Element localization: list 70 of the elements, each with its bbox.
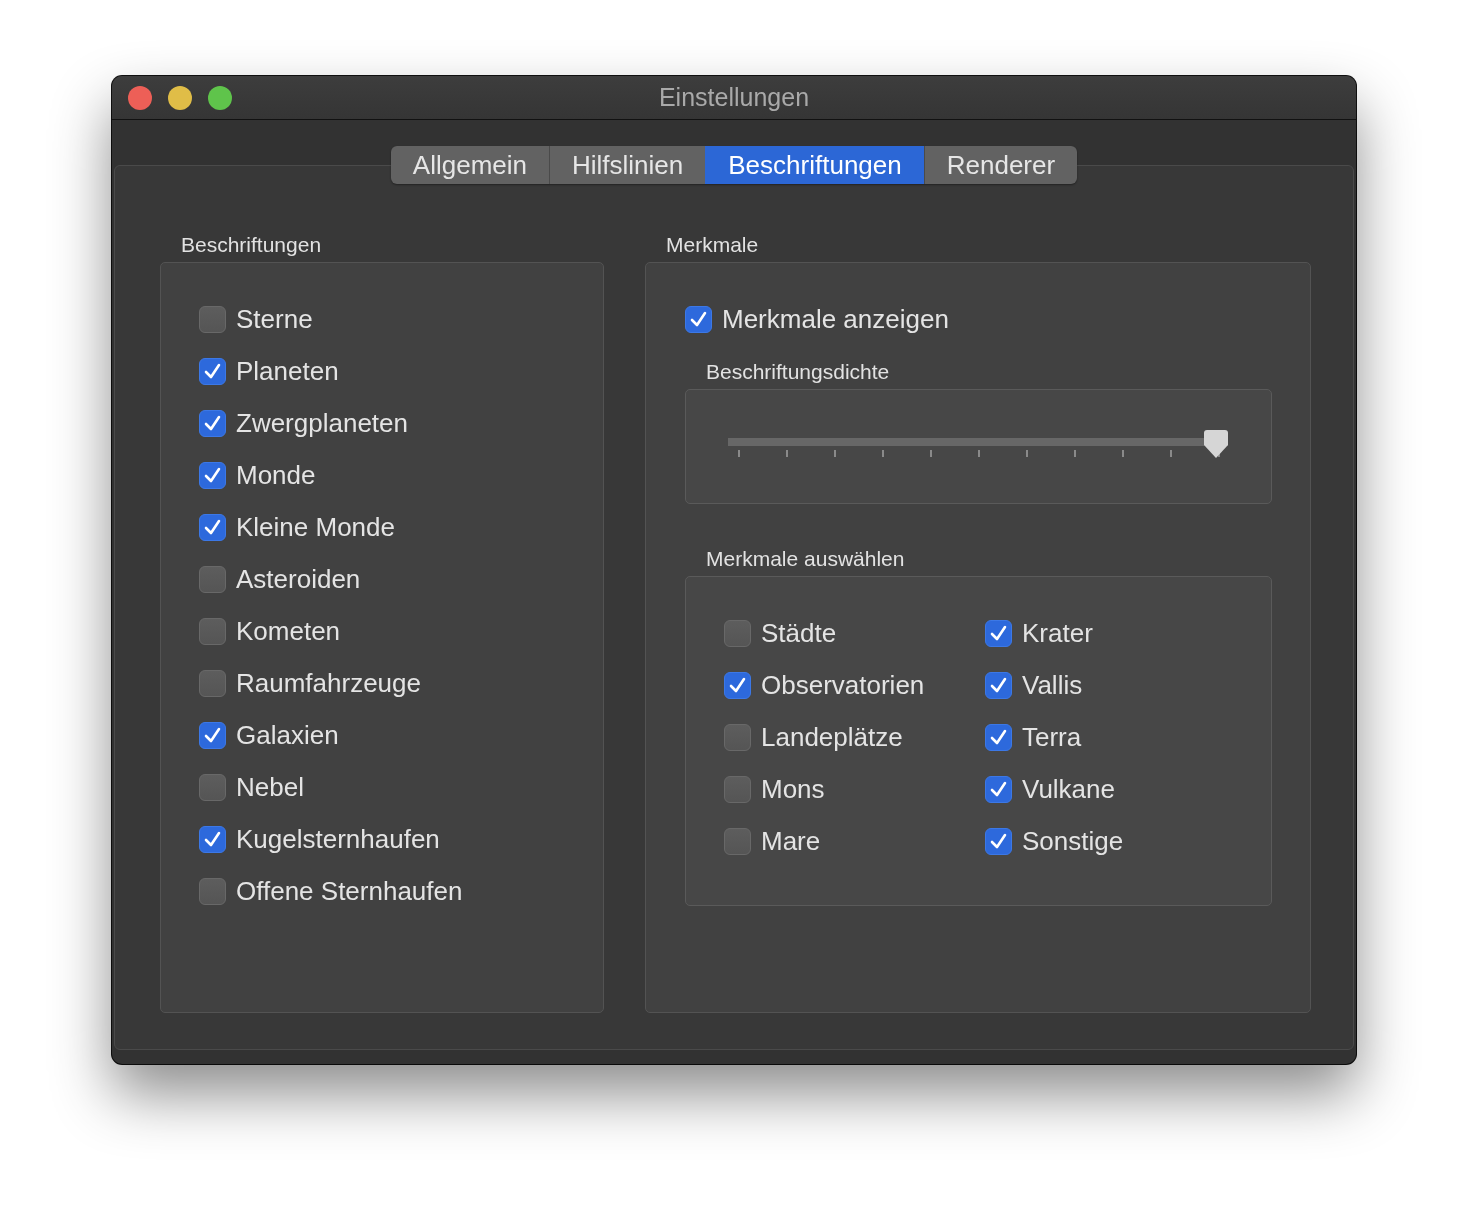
checkbox-label[interactable]: Kometen: [236, 615, 341, 647]
window-title: Einstellungen: [658, 83, 810, 112]
checkbox-label[interactable]: Galaxien: [236, 719, 339, 751]
checkmark-icon: [203, 465, 222, 485]
checkbox[interactable]: [199, 669, 226, 697]
checkmark-icon: [989, 623, 1008, 643]
group-title: Beschriftungsdichte: [705, 359, 891, 384]
checkbox[interactable]: [985, 671, 1012, 699]
slider-thumb[interactable]: [1204, 430, 1228, 458]
checkbox-label[interactable]: Planeten: [236, 355, 339, 387]
checkbox[interactable]: [199, 617, 226, 645]
group-title: Merkmale auswählen: [705, 546, 906, 571]
checkbox[interactable]: [199, 773, 226, 801]
checkbox-label[interactable]: Vulkane: [1022, 773, 1115, 805]
zoom-button[interactable]: [208, 85, 232, 110]
checkbox-label[interactable]: Zwergplaneten: [236, 407, 408, 439]
checkbox-label[interactable]: Mons: [761, 773, 825, 805]
checkbox[interactable]: [199, 305, 226, 333]
checkbox-label[interactable]: Landeplätze: [761, 721, 903, 753]
checkbox[interactable]: [199, 513, 226, 541]
checkmark-icon: [728, 675, 747, 695]
checkmark-icon: [989, 675, 1008, 695]
checkbox[interactable]: [724, 723, 751, 751]
checkbox-label[interactable]: Nebel: [236, 771, 304, 803]
checkbox[interactable]: [985, 723, 1012, 751]
checkbox[interactable]: [985, 827, 1012, 855]
checkbox[interactable]: [199, 357, 226, 385]
checkbox-label[interactable]: Kleine Monde: [236, 511, 395, 543]
checkbox-label[interactable]: Sterne: [236, 303, 313, 335]
checkmark-icon: [203, 725, 222, 745]
checkmark-icon: [203, 517, 222, 537]
checkbox-label[interactable]: Merkmale anzeigen: [722, 303, 949, 335]
checkbox[interactable]: [724, 827, 751, 855]
checkmark-icon: [203, 413, 222, 433]
checkmark-icon: [989, 779, 1008, 799]
checkmark-icon: [989, 727, 1008, 747]
checkbox[interactable]: [985, 775, 1012, 803]
checkbox-label[interactable]: Terra: [1022, 721, 1082, 753]
checkbox[interactable]: [199, 877, 226, 905]
checkbox-label[interactable]: Sonstige: [1022, 825, 1124, 857]
checkbox[interactable]: [724, 671, 751, 699]
checkbox[interactable]: [724, 775, 751, 803]
checkbox-label[interactable]: Krater: [1022, 617, 1093, 649]
minimize-button[interactable]: [168, 85, 192, 110]
checkbox[interactable]: [985, 619, 1012, 647]
group-title: Beschriftungen: [180, 232, 323, 257]
checkbox[interactable]: [685, 305, 712, 333]
checkbox[interactable]: [199, 825, 226, 853]
checkbox[interactable]: [199, 461, 226, 489]
group-title: Merkmale: [665, 232, 760, 257]
tab[interactable]: Beschriftungen: [705, 146, 924, 184]
checkbox-label[interactable]: Vallis: [1022, 669, 1083, 701]
checkbox-label[interactable]: Asteroiden: [236, 563, 361, 595]
checkbox[interactable]: [199, 565, 226, 593]
checkbox[interactable]: [199, 721, 226, 749]
checkbox-label[interactable]: Mare: [761, 825, 821, 857]
checkbox-label[interactable]: Monde: [236, 459, 316, 491]
checkbox-label[interactable]: Städte: [761, 617, 837, 649]
checkbox-label[interactable]: Observatorien: [761, 669, 925, 701]
checkbox-label[interactable]: Offene Sternhaufen: [236, 875, 463, 907]
tab[interactable]: Allgemein: [390, 146, 549, 184]
close-button[interactable]: [128, 85, 152, 110]
checkmark-icon: [203, 829, 222, 849]
checkbox-label[interactable]: Kugelsternhaufen: [236, 823, 440, 855]
checkmark-icon: [203, 361, 222, 381]
checkbox-label[interactable]: Raumfahrzeuge: [236, 667, 421, 699]
checkbox[interactable]: [724, 619, 751, 647]
checkmark-icon: [689, 309, 708, 329]
checkbox[interactable]: [199, 409, 226, 437]
checkmark-icon: [989, 831, 1008, 851]
